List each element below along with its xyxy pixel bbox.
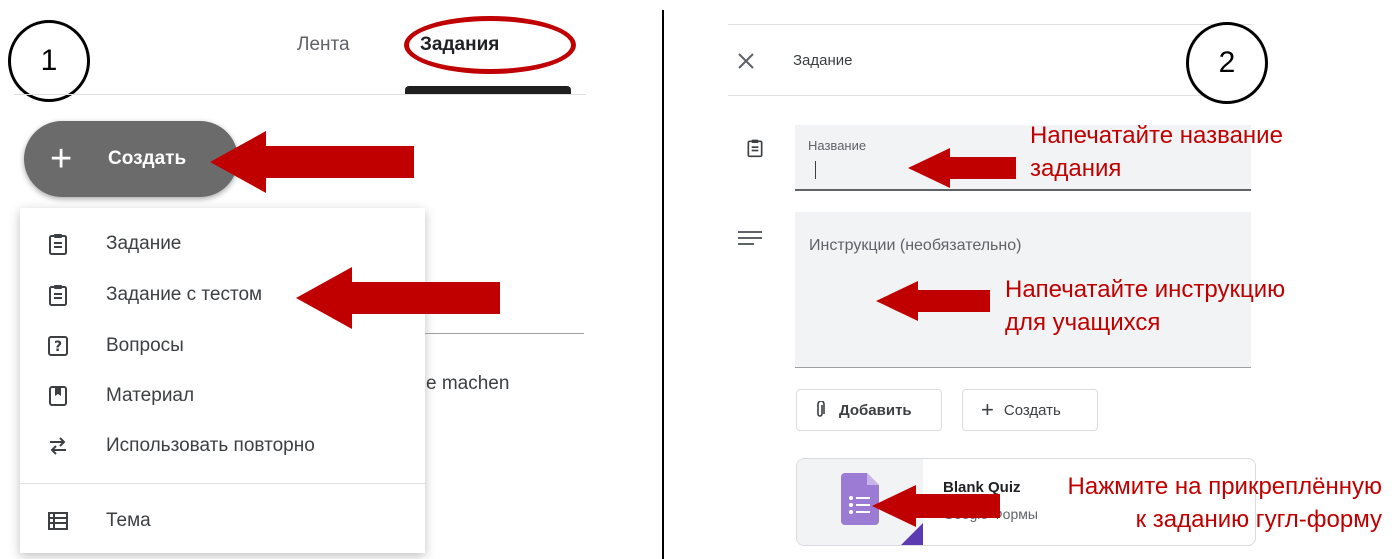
reuse-icon	[50, 437, 66, 455]
header-bottom-divider	[728, 95, 1252, 96]
menu-item-reuse[interactable]: Использовать повторно	[20, 424, 425, 468]
material-icon	[49, 386, 67, 406]
assignment-icon	[49, 234, 67, 255]
pointer-arrowhead-quiz	[296, 267, 352, 329]
menu-item-label: Задание с тестом	[106, 284, 263, 305]
add-attachment-button[interactable]: Добавить	[796, 389, 942, 431]
paperclip-icon	[817, 401, 825, 417]
assignment-icon	[747, 139, 763, 158]
plus-icon: +	[981, 397, 994, 422]
instructions-hint-annotation: Напечатайте инструкцию для учащихся	[1005, 273, 1285, 339]
create-button[interactable]: + Создать	[24, 121, 238, 197]
create-menu: Задание Задание с тестом ? Вопросы Матер…	[20, 208, 425, 553]
menu-divider	[20, 483, 425, 484]
pointer-arrow-title	[948, 157, 1016, 179]
notes-icon	[738, 231, 762, 245]
create-attachment-label: Создать	[1003, 401, 1061, 419]
header-top-divider	[728, 24, 1252, 25]
title-hint-annotation: Напечатайте название задания	[1030, 119, 1283, 185]
attachment-hint-annotation: Нажмите на прикреплённую к заданию гугл-…	[1000, 470, 1382, 536]
topic-icon	[48, 512, 68, 530]
plus-icon: +	[50, 138, 73, 180]
pointer-arrow-quiz	[348, 282, 500, 314]
attachment-hint-line-2: к заданию гугл-форму	[1135, 506, 1382, 533]
menu-item-label: Тема	[106, 510, 151, 531]
instructions-placeholder: Инструкции (необязательно)	[809, 237, 1022, 254]
menu-item-material[interactable]: Материал	[20, 374, 425, 418]
panel-divider	[662, 10, 664, 559]
dialog-title: Задание	[793, 52, 853, 69]
pointer-arrowhead-title	[908, 148, 950, 188]
question-icon: ?	[48, 336, 68, 356]
quiz-assignment-icon	[49, 285, 67, 306]
pointer-arrowhead-instructions	[876, 281, 918, 321]
step-1-number: 1	[40, 44, 58, 77]
menu-item-label: Использовать повторно	[106, 435, 315, 456]
title-hint-line-2: задания	[1030, 155, 1122, 182]
step-2-number: 2	[1218, 46, 1236, 79]
create-button-label: Создать	[108, 148, 187, 169]
background-text: e machen	[426, 373, 510, 394]
text-cursor	[815, 161, 816, 179]
create-attachment-button[interactable]: + Создать	[962, 389, 1098, 431]
add-button-label: Добавить	[839, 401, 912, 419]
title-hint-line-1: Напечатайте название	[1030, 122, 1283, 149]
pointer-arrow-instructions	[916, 290, 990, 312]
menu-item-assignment[interactable]: Задание	[20, 222, 425, 266]
step-2-circle: 2	[1186, 22, 1268, 104]
pointer-arrow-attachment	[914, 494, 1000, 518]
instructions-hint-line-1: Напечатайте инструкцию	[1005, 276, 1286, 303]
menu-item-topic[interactable]: Тема	[20, 499, 425, 543]
pointer-arrow-create	[262, 146, 414, 178]
close-icon[interactable]	[738, 53, 754, 69]
background-divider	[425, 333, 584, 334]
attachment-hint-line-1: Нажмите на прикреплённую	[1067, 473, 1382, 500]
highlight-ellipse	[404, 16, 576, 74]
tab-active-indicator	[405, 86, 571, 94]
svg-text:?: ?	[54, 339, 62, 355]
step-1-circle: 1	[8, 20, 90, 102]
instructions-hint-line-2: для учащихся	[1005, 309, 1161, 336]
tabs-divider	[14, 94, 586, 95]
menu-item-label: Вопросы	[106, 335, 184, 356]
menu-item-label: Материал	[106, 385, 195, 406]
menu-item-label: Задание	[106, 233, 182, 254]
tab-feed[interactable]: Лента	[297, 34, 350, 56]
pointer-arrowhead-attachment	[872, 485, 916, 527]
title-field-label: Название	[808, 138, 867, 153]
menu-item-question[interactable]: ? Вопросы	[20, 324, 425, 368]
pointer-arrowhead-create	[210, 131, 266, 193]
